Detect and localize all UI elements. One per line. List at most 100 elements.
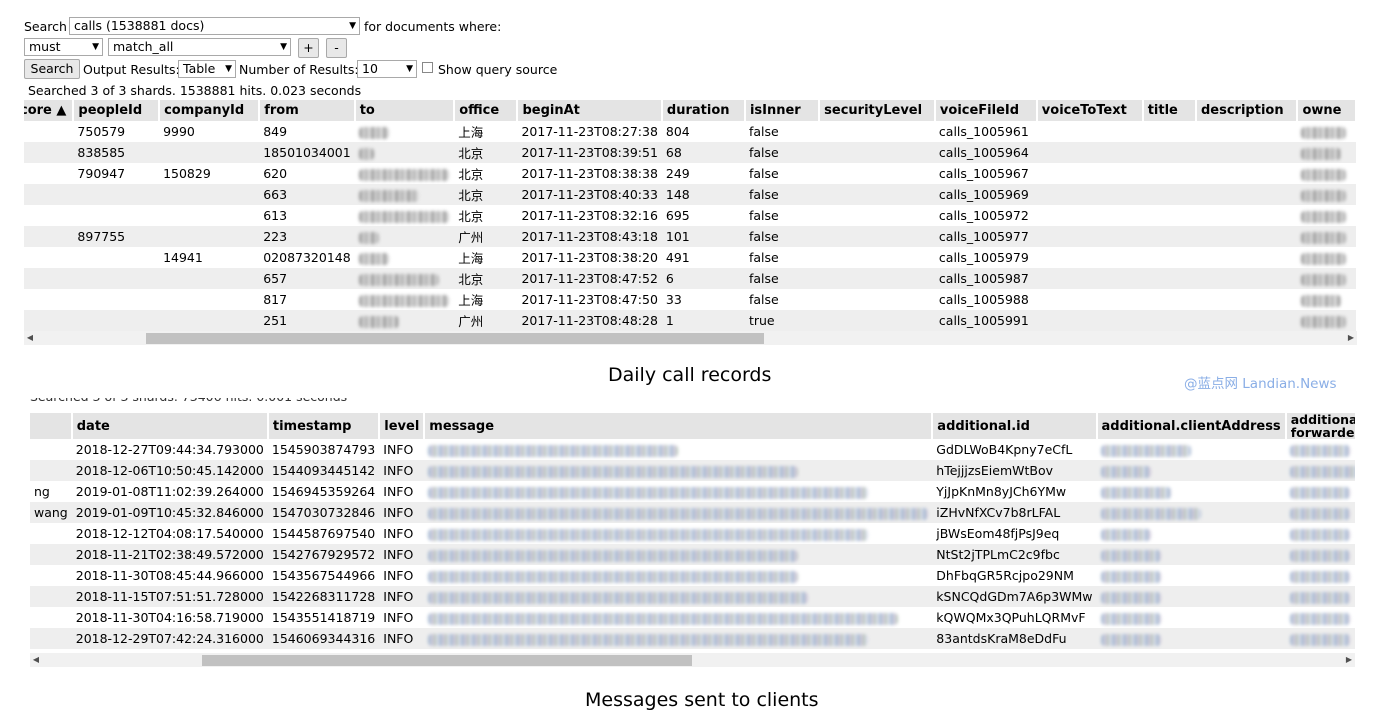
column-header-additional-forwarded[interactable]: additional. forwarded bbox=[1285, 413, 1355, 439]
cell-owne bbox=[1297, 310, 1356, 331]
column-header-voicefileid[interactable]: voiceFileId bbox=[934, 100, 1038, 121]
cell-message bbox=[424, 523, 933, 544]
cell-peopleid bbox=[73, 247, 160, 268]
bool-select[interactable]: must ▼ bbox=[24, 38, 103, 56]
table-row[interactable]: 838585 18501034001 北京 2017-11-23T08:39:51 68… bbox=[24, 142, 1356, 163]
cell-owne bbox=[1297, 184, 1356, 205]
column-header-description[interactable]: description bbox=[1195, 100, 1299, 121]
cell-companyid bbox=[159, 289, 260, 310]
output-select[interactable]: Table ▼ bbox=[178, 60, 236, 78]
column-header-to[interactable]: to bbox=[354, 100, 456, 121]
table-row[interactable]: 817 上海 2017-11-23T08:47:50 33 false calls_100… bbox=[24, 289, 1356, 310]
cell-isinner: true bbox=[744, 310, 820, 331]
column-header-title[interactable]: title bbox=[1142, 100, 1197, 121]
table-row[interactable]: 657 北京 2017-11-23T08:47:52 6 false calls_1005… bbox=[24, 268, 1356, 289]
redacted-value bbox=[1100, 633, 1161, 646]
column-header-date[interactable]: date bbox=[71, 413, 269, 439]
column-header-timestamp[interactable]: timestamp bbox=[267, 413, 381, 439]
cell-companyid bbox=[159, 226, 260, 247]
column-header-blank[interactable] bbox=[30, 413, 73, 439]
table-row[interactable]: 2018-11-30T08:45:44.966000 1543567544966 I… bbox=[30, 565, 1355, 586]
bool-select-value: must bbox=[29, 39, 61, 54]
cell-from: 849 bbox=[259, 121, 355, 142]
column-header-isinner[interactable]: isInner bbox=[744, 100, 821, 121]
column-header-peopleid[interactable]: peopleId bbox=[73, 100, 161, 121]
scroll-right-icon[interactable]: ▶ bbox=[1345, 331, 1357, 345]
redacted-value bbox=[1301, 315, 1347, 328]
cell-duration: 491 bbox=[661, 247, 745, 268]
redacted-value bbox=[1289, 549, 1350, 562]
column-header-additional-id[interactable]: additional.id bbox=[932, 413, 1098, 439]
number-of-results-select[interactable]: 10 ▼ bbox=[357, 60, 417, 78]
cell-voicefileid: calls_1005964 bbox=[934, 142, 1037, 163]
cell-peopleid: 790947 bbox=[73, 163, 160, 184]
table-row[interactable]: 663 北京 2017-11-23T08:40:33 148 false calls_10… bbox=[24, 184, 1356, 205]
cell-timestamp: 1544093445142 bbox=[267, 460, 380, 481]
cell-securitylevel bbox=[819, 268, 935, 289]
table-row[interactable]: ng 2019-01-08T11:02:39.264000 154694535926… bbox=[30, 481, 1355, 502]
query-select[interactable]: match_all ▼ bbox=[108, 38, 291, 56]
table-row[interactable]: 2018-12-27T09:44:34.793000 1545903874793 I… bbox=[30, 439, 1355, 460]
column-header-core[interactable]: core ▲ bbox=[24, 100, 75, 121]
search-button[interactable]: Search bbox=[24, 59, 80, 79]
column-header-companyid[interactable]: companyId bbox=[159, 100, 261, 121]
cell-securitylevel bbox=[819, 163, 935, 184]
table-row[interactable]: 897755 223 广州 2017-11-23T08:43:18 101 false ca… bbox=[24, 226, 1356, 247]
cell-voicetotext bbox=[1036, 205, 1143, 226]
add-clause-button[interactable]: + bbox=[298, 38, 319, 58]
scroll-left-icon[interactable]: ◀ bbox=[24, 331, 36, 345]
redacted-value bbox=[358, 273, 439, 286]
cell-peopleid bbox=[73, 184, 160, 205]
table-row[interactable]: 2018-12-29T07:42:24.316000 1546069344316 I… bbox=[30, 628, 1355, 649]
redacted-value bbox=[1289, 591, 1350, 604]
column-header-voicetotext[interactable]: voiceToText bbox=[1036, 100, 1144, 121]
cell-from: 620 bbox=[259, 163, 355, 184]
redacted-value bbox=[1301, 231, 1347, 244]
table-row[interactable]: 613 北京 2017-11-23T08:32:16 695 false calls_10… bbox=[24, 205, 1356, 226]
column-header-level[interactable]: level bbox=[379, 413, 426, 439]
cell-title bbox=[1142, 268, 1196, 289]
redacted-value bbox=[1100, 528, 1151, 541]
cell-additional-clientaddress bbox=[1096, 586, 1286, 607]
scroll-right-icon[interactable]: ▶ bbox=[1343, 653, 1355, 667]
cell-duration: 695 bbox=[661, 205, 745, 226]
cell-owne bbox=[1297, 247, 1356, 268]
calls-horizontal-scrollbar[interactable]: ◀ ▶ bbox=[24, 331, 1357, 345]
number-of-results-label: Number of Results: bbox=[239, 62, 359, 77]
table-row[interactable]: 2018-11-21T02:38:49.572000 1542767929572 I… bbox=[30, 544, 1355, 565]
scrollbar-thumb[interactable] bbox=[146, 333, 764, 344]
column-header-from[interactable]: from bbox=[259, 100, 356, 121]
table-row[interactable]: 790947 150829 620 北京 2017-11-23T08:38:38 249 f… bbox=[24, 163, 1356, 184]
cell-date: 2019-01-09T10:45:32.846000 bbox=[71, 502, 268, 523]
column-header-owne[interactable]: owne bbox=[1297, 100, 1357, 121]
scrollbar-thumb[interactable] bbox=[202, 655, 692, 666]
cell-additional-forwarded bbox=[1285, 586, 1355, 607]
table-row[interactable]: wang 2019-01-09T10:45:32.846000 1547030732… bbox=[30, 502, 1355, 523]
table-row[interactable]: 2018-11-30T04:16:58.719000 1543551418719 I… bbox=[30, 607, 1355, 628]
scroll-left-icon[interactable]: ◀ bbox=[30, 653, 42, 667]
cell-companyid: 150829 bbox=[159, 163, 260, 184]
table-row[interactable]: 14941 02087320148 上海 2017-11-23T08:38:20 491… bbox=[24, 247, 1356, 268]
messages-horizontal-scrollbar[interactable]: ◀ ▶ bbox=[30, 653, 1355, 667]
column-header-beginat[interactable]: beginAt bbox=[517, 100, 663, 121]
table-row[interactable]: 2018-11-15T07:51:51.728000 1542268311728 I… bbox=[30, 586, 1355, 607]
cell-core bbox=[24, 163, 74, 184]
cell-level: INFO bbox=[379, 565, 425, 586]
column-header-additional-clientaddress[interactable]: additional.clientAddress bbox=[1096, 413, 1287, 439]
remove-clause-button[interactable]: - bbox=[326, 38, 347, 58]
cell-to bbox=[354, 184, 455, 205]
table-row[interactable]: 2018-12-06T10:50:45.142000 1544093445142 I… bbox=[30, 460, 1355, 481]
column-header-securitylevel[interactable]: securityLevel bbox=[819, 100, 936, 121]
table-row[interactable]: 2018-12-12T04:08:17.540000 1544587697540 I… bbox=[30, 523, 1355, 544]
cell-from: 663 bbox=[259, 184, 355, 205]
cell-date: 2018-12-27T09:44:34.793000 bbox=[71, 439, 268, 460]
column-header-message[interactable]: message bbox=[424, 413, 934, 439]
show-query-source-checkbox[interactable] bbox=[422, 62, 433, 73]
cell-title bbox=[1142, 289, 1196, 310]
table-row[interactable]: 251 广州 2017-11-23T08:48:28 1 true calls_10059… bbox=[24, 310, 1356, 331]
table-row[interactable]: 750579 9990 849 上海 2017-11-23T08:27:38 804 fal… bbox=[24, 121, 1356, 142]
cell-date: 2018-11-21T02:38:49.572000 bbox=[71, 544, 268, 565]
column-header-office[interactable]: office bbox=[454, 100, 519, 121]
column-header-duration[interactable]: duration bbox=[661, 100, 746, 121]
index-select[interactable]: calls (1538881 docs) ▼ bbox=[69, 17, 360, 35]
